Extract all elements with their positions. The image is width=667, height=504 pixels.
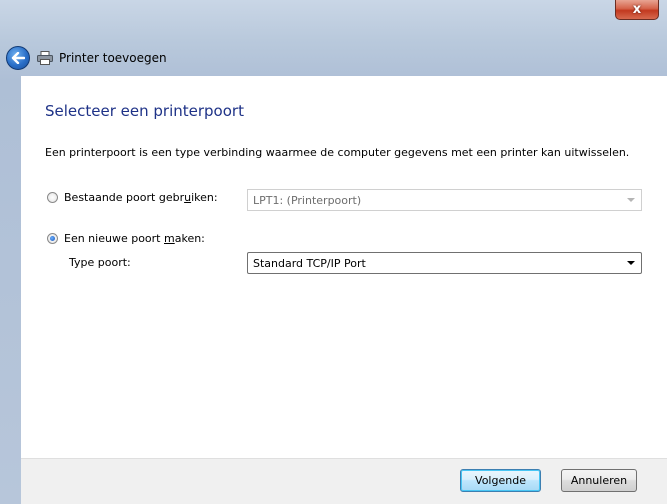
existing-port-radio-button[interactable] [47, 192, 58, 203]
port-type-label: Type poort: [69, 256, 131, 269]
new-port-radio[interactable]: Een nieuwe poort maken: [47, 232, 205, 245]
existing-port-value: LPT1: (Printerpoort) [253, 193, 362, 207]
back-button[interactable] [6, 46, 30, 70]
new-port-label: Een nieuwe poort maken: [64, 232, 205, 245]
printer-icon [37, 51, 53, 65]
close-icon: x [632, 2, 642, 17]
title-bar: Printer toevoegen [0, 40, 667, 76]
page-title: Selecteer een printerpoort [45, 102, 244, 120]
chevron-down-icon [627, 198, 635, 202]
next-button[interactable]: Volgende [460, 469, 541, 492]
wizard-window: x Printer toevoegen Selecteer een printe… [0, 0, 667, 504]
new-port-radio-button[interactable] [47, 233, 58, 244]
port-type-value: Standard TCP/IP Port [253, 256, 366, 270]
existing-port-select: LPT1: (Printerpoort) [247, 189, 642, 211]
chevron-down-icon[interactable] [627, 261, 635, 265]
back-arrow-icon [11, 52, 25, 64]
window-title: Printer toevoegen [59, 51, 167, 65]
existing-port-radio[interactable]: Bestaande poort gebruiken: [47, 191, 218, 204]
wizard-content: Selecteer een printerpoort Een printerpo… [21, 76, 667, 504]
page-description: Een printerpoort is een type verbinding … [45, 146, 630, 159]
cancel-button[interactable]: Annuleren [561, 469, 637, 492]
wizard-footer: Volgende Annuleren [21, 458, 667, 504]
close-button[interactable]: x [615, 0, 659, 20]
existing-port-label: Bestaande poort gebruiken: [64, 191, 218, 204]
port-type-select[interactable]: Standard TCP/IP Port [247, 252, 642, 274]
